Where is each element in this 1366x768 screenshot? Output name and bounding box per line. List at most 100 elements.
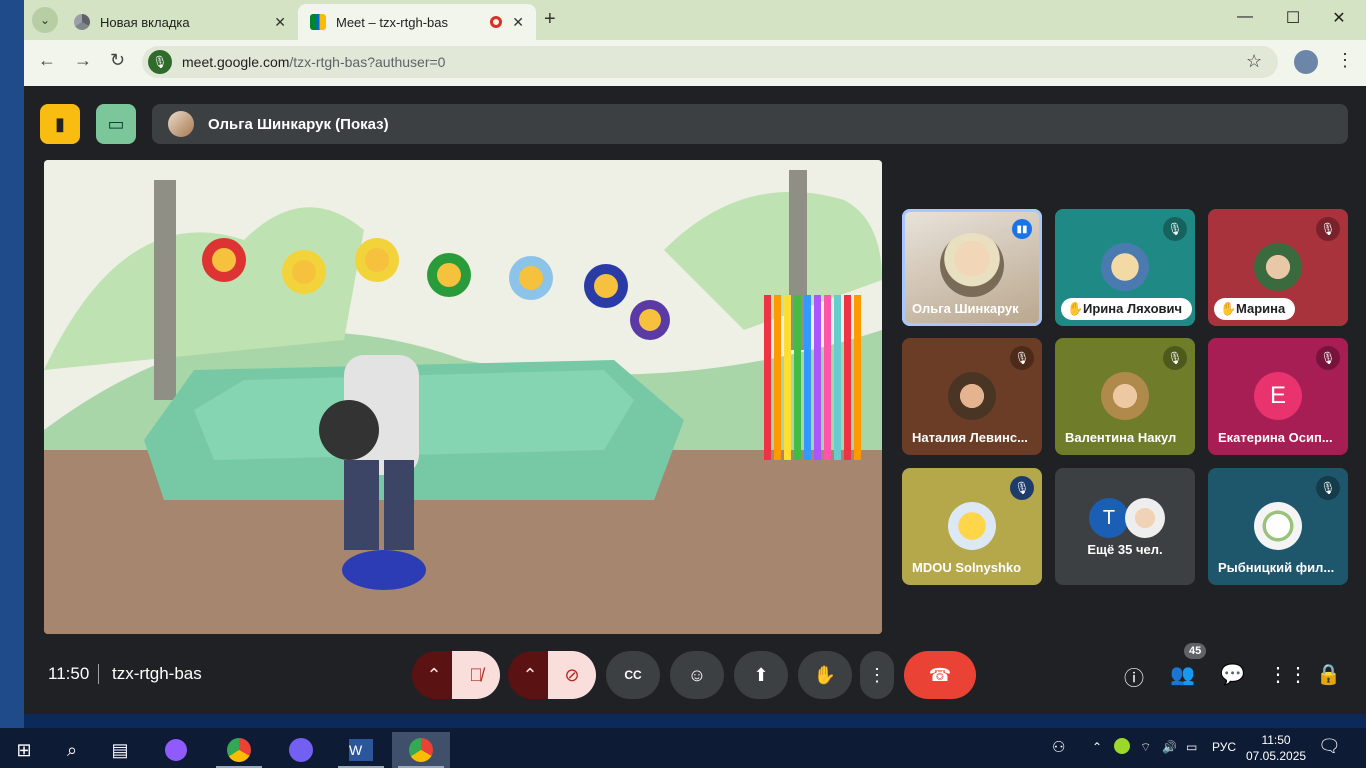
chrome-icon	[227, 738, 251, 762]
minimize-button[interactable]: —	[1222, 8, 1268, 26]
presentation-video	[44, 160, 882, 634]
system-date: 07.05.2025	[1246, 749, 1307, 763]
present-icon: ⬆	[753, 664, 769, 685]
captions-icon: CC	[624, 668, 642, 682]
start-button[interactable]: ⊞	[0, 732, 48, 768]
captions-button[interactable]: CC	[606, 651, 660, 699]
host-controls-icon[interactable]: 🔒	[1316, 662, 1341, 687]
leave-call-button[interactable]: ☎	[904, 651, 976, 699]
profile-avatar[interactable]	[1294, 50, 1318, 74]
search-button[interactable]: ⌕	[50, 732, 94, 768]
people-icon[interactable]: 👥	[1170, 662, 1195, 687]
participant-tile[interactable]: 🎙 ✋Ирина Ляхович	[1055, 209, 1195, 326]
tab-title: Meet – tzx-rtgh-bas	[336, 14, 448, 30]
browser-toolbar: ← → ↻ 🎙 meet.google.com/tzx-rtgh-bas?aut…	[24, 40, 1366, 86]
tab-strip: ⌄ Новая вкладка ✕ Meet – tzx-rtgh-bas ✕ …	[24, 0, 1366, 40]
participant-name-pill: ✋Ирина Ляхович	[1061, 298, 1193, 320]
taskbar-chrome-active[interactable]	[392, 732, 450, 768]
microphone-in-use-icon[interactable]: 🎙	[148, 50, 172, 74]
meeting-details-icon[interactable]: ⓘ	[1124, 662, 1144, 691]
switch-device-button[interactable]: ▭	[96, 104, 136, 144]
speaking-indicator-icon: ▮▮	[1012, 219, 1032, 239]
participant-tile[interactable]: E 🎙 Екатерина Осип...	[1208, 338, 1348, 455]
participant-tile[interactable]: 🎙 Валентина Накул	[1055, 338, 1195, 455]
address-bar[interactable]: 🎙 meet.google.com/tzx-rtgh-bas?authuser=…	[142, 46, 1278, 78]
emoji-icon: ☺	[687, 664, 707, 685]
system-clock[interactable]: 11:50 07.05.2025	[1246, 732, 1306, 764]
participant-tile[interactable]: 🎙 MDOU Solnyshko	[902, 468, 1042, 585]
taskbar-word[interactable]: W	[332, 732, 390, 768]
phone-hangup-icon: ☎	[928, 664, 952, 685]
more-participants-tile[interactable]: T Ещё 35 чел.	[1055, 468, 1195, 585]
people-icon[interactable]: ⚇	[1052, 738, 1065, 756]
tab-title: Новая вкладка	[100, 14, 190, 30]
chevron-down-icon: ⌄	[39, 13, 51, 27]
participant-name: Марина	[1236, 301, 1286, 316]
language-indicator[interactable]: РУС	[1212, 740, 1236, 754]
mic-muted-icon: 🎙	[1316, 476, 1340, 500]
participant-tile[interactable]: ▮▮ Ольга Шинкарук	[902, 209, 1042, 326]
notifications-icon[interactable]: 🗨	[1318, 736, 1341, 757]
hand-icon: ✋	[813, 664, 837, 685]
reactions-button[interactable]: ☺	[670, 651, 724, 699]
participant-tile[interactable]: 🎙 ✋Марина	[1208, 209, 1348, 326]
participant-tile[interactable]: 🎙 Наталия Левинс...	[902, 338, 1042, 455]
battery-icon[interactable]: ▭	[1186, 740, 1197, 754]
microphone-toggle-button[interactable]: 🎙̸	[452, 651, 500, 699]
devices-icon: ▭	[107, 113, 125, 134]
more-options-button[interactable]: ⋮	[860, 651, 894, 699]
audio-settings-button[interactable]: ⌃	[412, 651, 456, 699]
participant-name: Ирина Ляхович	[1083, 301, 1183, 316]
participant-initial: E	[1254, 372, 1302, 420]
participant-name: Наталия Левинс...	[912, 430, 1028, 445]
presenter-avatar	[168, 111, 194, 137]
close-tab-icon[interactable]: ✕	[512, 14, 524, 31]
reload-button[interactable]: ↻	[110, 50, 125, 71]
raise-hand-button[interactable]: ✋	[798, 651, 852, 699]
activities-icon[interactable]: ⋮⋮	[1268, 662, 1308, 687]
alice-button[interactable]	[154, 732, 198, 768]
participant-avatar	[948, 372, 996, 420]
tray-app-icon[interactable]	[1114, 738, 1130, 757]
bookmark-star-icon[interactable]: ☆	[1246, 51, 1262, 72]
door-icon: ▮	[55, 113, 65, 134]
camera-toggle-button[interactable]: ⊘	[548, 651, 596, 699]
tab-meet[interactable]: Meet – tzx-rtgh-bas ✕	[298, 4, 536, 40]
new-tab-button[interactable]: +	[544, 8, 556, 31]
participant-name: Ольга Шинкарук	[912, 301, 1019, 316]
back-button[interactable]: ←	[38, 50, 56, 71]
close-window-button[interactable]: ✕	[1316, 8, 1362, 28]
mic-muted-icon: 🎙	[1316, 346, 1340, 370]
wifi-icon[interactable]: ⌔	[1140, 740, 1151, 755]
participant-avatar	[1101, 243, 1149, 291]
present-screen-button[interactable]: ⬆	[734, 651, 788, 699]
task-view-button[interactable]: ▤	[98, 732, 142, 768]
participant-tile[interactable]: 🎙 Рыбницкий фил...	[1208, 468, 1348, 585]
taskbar-viber[interactable]	[272, 732, 330, 768]
chevron-up-icon: ⌃	[426, 664, 442, 685]
divider	[98, 664, 99, 684]
browser-menu-icon[interactable]: ⋮	[1336, 50, 1354, 71]
taskbar-chrome[interactable]	[210, 732, 268, 768]
tab-search-button[interactable]: ⌄	[32, 7, 58, 33]
video-settings-button[interactable]: ⌃	[508, 651, 552, 699]
desktop-edge	[0, 0, 24, 730]
companion-mode-button[interactable]: ▮	[40, 104, 80, 144]
task-view-icon: ▤	[111, 739, 129, 760]
mic-muted-icon: 🎙	[1163, 346, 1187, 370]
chevron-up-icon: ⌃	[522, 664, 538, 685]
more-vert-icon: ⋮	[868, 664, 886, 685]
show-hidden-icons[interactable]: ⌃	[1092, 740, 1102, 754]
windows-icon: ⊞	[16, 739, 32, 760]
search-icon: ⌕	[66, 739, 78, 760]
forward-button[interactable]: →	[74, 50, 92, 71]
tab-new-tab[interactable]: Новая вкладка ✕	[62, 4, 298, 40]
close-tab-icon[interactable]: ✕	[274, 14, 286, 31]
meet-icon	[310, 14, 326, 30]
more-participants-label: Ещё 35 чел.	[1087, 542, 1163, 557]
maximize-button[interactable]: ☐	[1270, 8, 1316, 28]
chat-icon[interactable]: 💬	[1220, 662, 1245, 687]
mic-muted-icon: 🎙	[1010, 476, 1034, 500]
url-text[interactable]: meet.google.com/tzx-rtgh-bas?authuser=0	[182, 54, 445, 70]
volume-icon[interactable]: 🔊	[1162, 740, 1177, 754]
